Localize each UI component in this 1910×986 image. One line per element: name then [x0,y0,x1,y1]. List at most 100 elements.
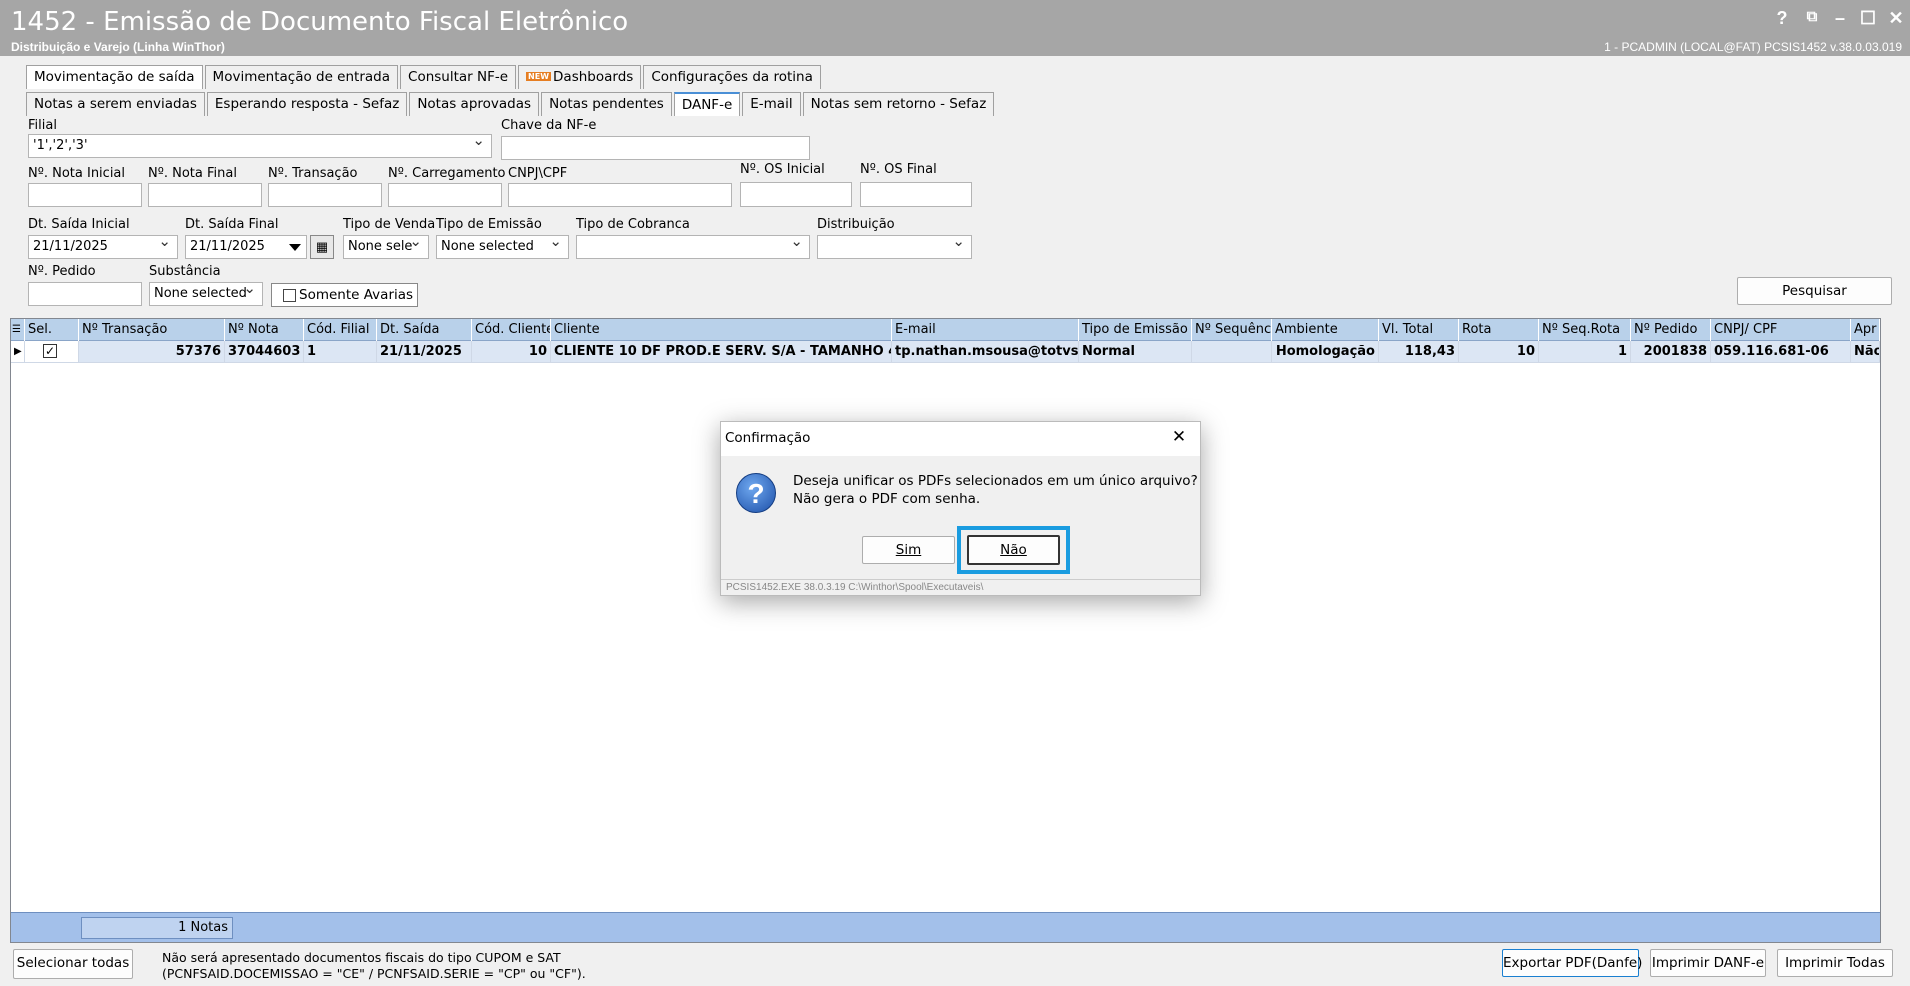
print-all-button[interactable]: Imprimir Todas [1777,949,1893,977]
dialog-message-1: Deseja unificar os PDFs selecionados em … [793,473,1198,489]
col-seq-rota[interactable]: Nº Seq.Rota [1539,319,1631,341]
tipo-emissao-select[interactable]: None selected [436,235,569,259]
cell-transacao: 57376 [79,341,225,363]
grid-header: ☰ Sel. Nº Transação Nº Nota Cód. Filial … [11,319,1880,341]
cell-cliente: CLIENTE 10 DF PROD.E SERV. S/A - TAMANHO… [551,341,892,363]
help-icon[interactable]: ? [1770,8,1794,29]
cell-sequencia [1192,341,1272,363]
col-pedido[interactable]: Nº Pedido [1631,319,1711,341]
os-final-input[interactable] [860,182,972,207]
tipo-cobranca-label: Tipo de Cobranca [576,217,690,232]
substancia-select[interactable]: None selected [149,282,263,306]
chave-input[interactable] [501,136,810,160]
user-info: 1 - PCADMIN (LOCAL@FAT) PCSIS1452 v.38.0… [1604,40,1902,54]
table-row[interactable]: ▶ ✓ 57376 37044603 1 21/11/2025 10 CLIEN… [11,341,1880,363]
tab-dashboards[interactable]: NEW Dashboards [518,65,642,89]
subtab-esperando-resposta[interactable]: Esperando resposta - Sefaz [206,92,408,116]
tab-movimentacao-saida[interactable]: Movimentação de saída [26,65,203,89]
col-apr[interactable]: Apr [1851,319,1880,341]
select-all-button[interactable]: Selecionar todas [13,949,133,979]
notes-grid: ☰ Sel. Nº Transação Nº Nota Cód. Filial … [10,318,1881,943]
transacao-input[interactable] [268,183,382,207]
tab-configuracoes[interactable]: Configurações da rotina [643,65,821,89]
main-tabs: Movimentação de saída Movimentação de en… [26,65,823,89]
dt-inicial-picker[interactable]: 21/11/2025 [28,235,178,259]
tipo-venda-select[interactable]: None sele [343,235,429,259]
nao-button[interactable]: Não [967,535,1060,565]
col-transacao[interactable]: Nº Transação [79,319,225,341]
title-bar: 1452 - Emissão de Documento Fiscal Eletr… [0,0,1910,56]
os-inicial-input[interactable] [740,182,852,207]
check-icon: ✓ [43,344,57,358]
minimize-icon[interactable]: – [1828,8,1852,29]
col-cod-filial[interactable]: Cód. Filial [304,319,377,341]
col-tipo-emissao[interactable]: Tipo de Emissão [1079,319,1192,341]
col-vl-total[interactable]: Vl. Total [1379,319,1459,341]
cell-cod-cliente: 10 [472,341,551,363]
dt-final-label: Dt. Saída Final [185,217,279,232]
col-cnpj[interactable]: CNPJ/ CPF [1711,319,1851,341]
col-sel[interactable]: Sel. [25,319,79,341]
cnpj-input[interactable] [508,183,732,207]
print-danfe-button[interactable]: Imprimir DANF-e [1650,949,1766,977]
carregamento-label: Nº. Carregamento [388,166,506,181]
somente-avarias-label: Somente Avarias [299,287,414,303]
col-nota[interactable]: Nº Nota [225,319,304,341]
subtab-email[interactable]: E-mail [742,92,801,116]
distribuicao-select[interactable] [817,235,972,259]
maximize-icon[interactable]: ☐ [1856,8,1880,29]
window-subtitle: Distribuição e Varejo (Linha WinThor) [11,40,225,54]
tipo-cobranca-select[interactable] [576,235,810,259]
tab-movimentacao-entrada[interactable]: Movimentação de entrada [204,65,399,89]
col-ambiente[interactable]: Ambiente [1272,319,1379,341]
subtab-sem-retorno[interactable]: Notas sem retorno - Sefaz [802,92,995,116]
subtab-notas-aprovadas[interactable]: Notas aprovadas [409,92,540,116]
col-cliente[interactable]: Cliente [551,319,892,341]
close-window-icon[interactable]: ✕ [1884,8,1908,29]
col-cod-cliente[interactable]: Cód. Cliente [472,319,551,341]
distribuicao-label: Distribuição [817,217,895,232]
dialog-close-icon[interactable]: ✕ [1167,427,1191,447]
somente-avarias-box[interactable]: Somente Avarias [271,283,418,307]
nota-final-input[interactable] [148,183,262,207]
substancia-label: Substância [149,264,221,279]
dialog-status-bar: PCSIS1452.EXE 38.0.3.19 C:\Winthor\Spool… [721,579,1200,595]
subtab-notas-pendentes[interactable]: Notas pendentes [541,92,672,116]
dialog-message-2: Não gera o PDF com senha. [793,491,981,507]
subtab-notas-enviadas[interactable]: Notas a serem enviadas [26,92,205,116]
os-final-label: Nº. OS Final [860,162,937,177]
pedido-label: Nº. Pedido [28,264,96,279]
somente-avarias-checkbox[interactable] [283,289,296,302]
col-sequencia[interactable]: Nº Sequênci [1192,319,1272,341]
col-rota[interactable]: Rota [1459,319,1539,341]
restore-icon[interactable]: ⧉ [1800,8,1824,25]
filial-select[interactable]: '1','2','3' [28,134,492,158]
pesquisar-button[interactable]: Pesquisar [1737,277,1892,305]
tipo-venda-label: Tipo de Venda [343,217,436,232]
col-email[interactable]: E-mail [892,319,1079,341]
cell-rota: 10 [1459,341,1539,363]
question-icon: ? [736,473,776,513]
cell-seq-rota: 1 [1539,341,1631,363]
subtab-danfe[interactable]: DANF-e [673,92,741,116]
dt-inicial-label: Dt. Saída Inicial [28,217,130,232]
col-dt-saida[interactable]: Dt. Saída [377,319,472,341]
tipo-emissao-label: Tipo de Emissão [436,217,542,232]
sim-button[interactable]: Sim [862,536,955,564]
note-line-2: (PCNFSAID.DOCEMISSAO = "CE" / PCNFSAID.S… [162,966,586,981]
pedido-input[interactable] [28,282,142,306]
grid-menu-icon[interactable]: ☰ [11,319,25,341]
cell-tipo-emissao: Normal [1079,341,1192,363]
cell-vl-total: 118,43 [1379,341,1459,363]
row-select-checkbox[interactable]: ✓ [25,341,79,363]
carregamento-input[interactable] [388,183,502,207]
export-pdf-button[interactable]: Exportar PDF(Danfe) [1502,949,1642,977]
calendar-icon[interactable]: ▦ [310,235,334,259]
transacao-label: Nº. Transação [268,166,358,181]
tab-consultar-nfe[interactable]: Consultar NF-e [400,65,517,89]
dialog-status: PCSIS1452.EXE 38.0.3.19 C:\Winthor\Spool… [726,582,984,593]
cnpj-label: CNPJ\CPF [508,166,568,181]
os-inicial-label: Nº. OS Inicial [740,162,825,177]
dt-final-dropdown-icon[interactable] [289,244,301,251]
nota-inicial-input[interactable] [28,183,142,207]
